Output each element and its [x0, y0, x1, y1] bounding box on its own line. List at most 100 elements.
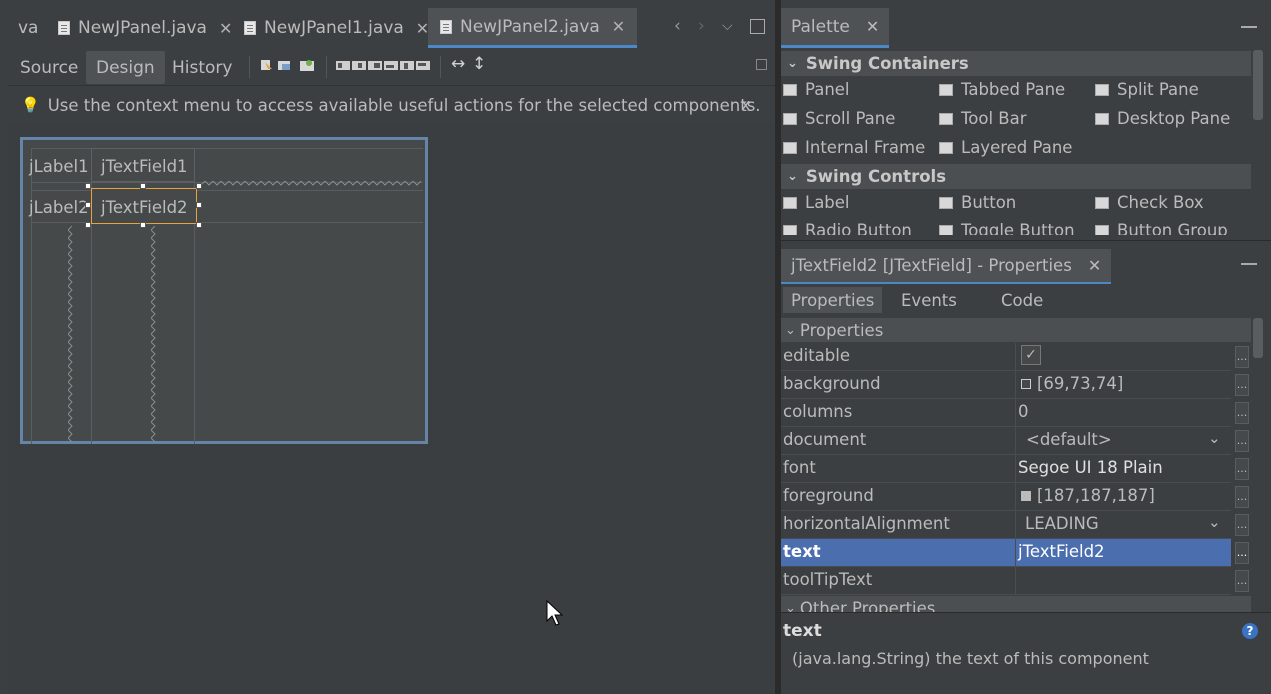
palette-scrollbar[interactable] — [1253, 50, 1263, 120]
tabbed-pane-icon — [939, 83, 953, 96]
palette-item-label[interactable]: Label — [783, 193, 850, 212]
editor-tab-newjpanel2[interactable]: NewJPanel2.java ✕ — [428, 8, 638, 48]
resize-handle[interactable] — [85, 183, 91, 189]
property-editor-button[interactable]: ... — [1235, 570, 1249, 592]
close-tab-icon[interactable]: ✕ — [1088, 256, 1101, 275]
resize-handle[interactable] — [85, 202, 91, 208]
palette-item-check-box[interactable]: Check Box — [1095, 193, 1204, 212]
scroll-tabs-right-icon[interactable]: › — [698, 16, 705, 36]
preview-design-icon[interactable] — [756, 59, 767, 70]
property-editor-button[interactable]: ... — [1235, 486, 1249, 508]
palette-item-button[interactable]: Button — [939, 193, 1016, 212]
column-divider — [1015, 567, 1016, 595]
property-editor-button[interactable]: ... — [1235, 374, 1249, 396]
property-row-editable[interactable]: editable ✓ ... — [781, 343, 1249, 371]
resize-handle[interactable] — [140, 183, 146, 189]
property-row-background[interactable]: background [69,73,74] ... — [781, 371, 1249, 399]
hint-close-button[interactable]: x — [741, 95, 750, 114]
tab-properties[interactable]: Properties — [783, 287, 883, 313]
column-divider — [1015, 539, 1016, 567]
property-editor-button[interactable]: ... — [1235, 514, 1249, 536]
tab-design[interactable]: Design — [86, 51, 165, 84]
tab-events-label: Events — [901, 290, 957, 310]
properties-title: jTextField2 [JTextField] - Properties — [791, 256, 1072, 275]
align-components-icons[interactable] — [336, 58, 432, 74]
chevron-down-icon[interactable]: ⌄ — [1208, 429, 1221, 447]
property-sheet-scrollbar[interactable] — [1253, 318, 1263, 358]
editable-checkbox[interactable]: ✓ — [1021, 345, 1041, 365]
palette-item-scroll-pane[interactable]: Scroll Pane — [783, 109, 895, 128]
property-row-columns[interactable]: columns 0 ... — [781, 399, 1249, 427]
property-editor-button[interactable]: ... — [1235, 402, 1249, 424]
palette-item-layered-pane[interactable]: Layered Pane — [939, 138, 1072, 157]
scroll-tabs-left-icon[interactable]: ‹ — [674, 16, 681, 36]
palette-item-internal-frame[interactable]: Internal Frame — [783, 138, 925, 157]
property-row-foreground[interactable]: foreground [187,187,187] ... — [781, 483, 1249, 511]
minimize-window-icon[interactable] — [1241, 263, 1257, 265]
palette-item-button-group[interactable]: Button Group — [1095, 221, 1228, 235]
editor-tab-bar: va NewJPanel.java ✕ NewJPanel1.java ✕ Ne… — [0, 0, 775, 48]
property-section-other[interactable]: ⌄ Other Properties — [781, 596, 1251, 612]
selection-mode-icons[interactable] — [260, 58, 320, 74]
property-editor-button[interactable]: ... — [1235, 542, 1249, 564]
editor-tab-newjpanel[interactable]: NewJPanel.java ✕ — [58, 8, 232, 48]
close-tab-icon[interactable]: ✕ — [866, 17, 879, 36]
property-name: text — [783, 542, 821, 561]
minimize-window-icon[interactable] — [1241, 26, 1257, 28]
property-row-font[interactable]: font Segoe UI 18 Plain ... — [781, 455, 1249, 483]
close-tab-icon[interactable]: ✕ — [219, 19, 232, 38]
form-label-jlabel2[interactable]: jLabel2 — [29, 198, 89, 217]
tab-properties-window[interactable]: jTextField2 [JTextField] - Properties ✕ — [781, 249, 1112, 285]
close-tab-icon[interactable]: ✕ — [612, 17, 625, 36]
palette-category-swing-containers[interactable]: ⌄ Swing Containers — [781, 51, 1251, 76]
form-textfield-jtextfield1[interactable]: jTextField1 — [91, 148, 195, 182]
property-name: document — [783, 430, 867, 449]
property-editor-button[interactable]: ... — [1235, 458, 1249, 480]
tab-list-chevron-down-icon[interactable]: ⌵ — [722, 18, 733, 34]
property-section-header[interactable]: ⌄ Properties — [781, 318, 1251, 342]
maximize-window-icon[interactable] — [750, 19, 765, 34]
editor-tab-label: NewJPanel.java — [78, 18, 207, 38]
palette-item-tool-bar[interactable]: Tool Bar — [939, 109, 1027, 128]
tab-source[interactable]: Source — [10, 51, 88, 84]
form-label-jlabel1[interactable]: jLabel1 — [29, 157, 89, 176]
property-row-document[interactable]: document <default> ⌄ ... — [781, 427, 1249, 455]
tab-events[interactable]: Events — [893, 287, 965, 313]
editor-tab-partial[interactable]: va — [18, 8, 38, 48]
property-editor-button[interactable]: ... — [1235, 346, 1249, 368]
property-value[interactable]: jTextField2 — [1018, 542, 1105, 561]
resize-handle[interactable] — [196, 183, 202, 189]
palette-item-split-pane[interactable]: Split Pane — [1095, 80, 1199, 99]
resize-handle[interactable] — [196, 202, 202, 208]
palette-item-toggle-button[interactable]: Toggle Button — [939, 221, 1075, 235]
palette-item-label: Button Group — [1117, 221, 1228, 235]
vertical-resize-icon[interactable]: ↕ — [472, 54, 486, 74]
radio-button-icon — [783, 224, 797, 235]
resize-handle[interactable] — [140, 222, 146, 228]
property-editor-button[interactable]: ... — [1235, 430, 1249, 452]
editor-tab-label: va — [18, 18, 39, 38]
property-row-horizontal-alignment[interactable]: horizontalAlignment LEADING ⌄ ... — [781, 511, 1249, 539]
editor-tab-newjpanel1[interactable]: NewJPanel1.java ✕ — [244, 8, 429, 48]
form-designer-panel[interactable]: jLabel1 jTextField1 jLabel2 jTextField2 — [20, 137, 428, 444]
tab-code[interactable]: Code — [993, 287, 1051, 313]
property-value: LEADING — [1025, 514, 1099, 533]
chevron-down-icon[interactable]: ⌄ — [1208, 513, 1221, 531]
property-row-tooltiptext[interactable]: toolTipText ... — [781, 567, 1249, 595]
resize-handle[interactable] — [85, 222, 91, 228]
horizontal-resize-icon[interactable]: ↔ — [451, 54, 465, 74]
palette-item-panel[interactable]: Panel — [783, 80, 850, 99]
java-file-icon — [244, 21, 256, 35]
desktop-pane-icon — [1095, 112, 1109, 125]
column-divider — [1015, 371, 1016, 399]
resize-handle[interactable] — [196, 222, 202, 228]
property-row-text-selected[interactable]: text jTextField2 ... — [781, 539, 1249, 567]
form-textfield-jtextfield2-selected[interactable]: jTextField2 — [91, 188, 197, 224]
tab-history[interactable]: History — [162, 51, 242, 84]
palette-category-swing-controls[interactable]: ⌄ Swing Controls — [781, 164, 1251, 189]
help-icon[interactable]: ? — [1242, 623, 1258, 639]
tab-palette[interactable]: Palette ✕ — [781, 8, 890, 48]
palette-item-tabbed-pane[interactable]: Tabbed Pane — [939, 80, 1065, 99]
palette-item-radio-button[interactable]: Radio Button — [783, 221, 912, 235]
palette-item-desktop-pane[interactable]: Desktop Pane — [1095, 109, 1230, 128]
